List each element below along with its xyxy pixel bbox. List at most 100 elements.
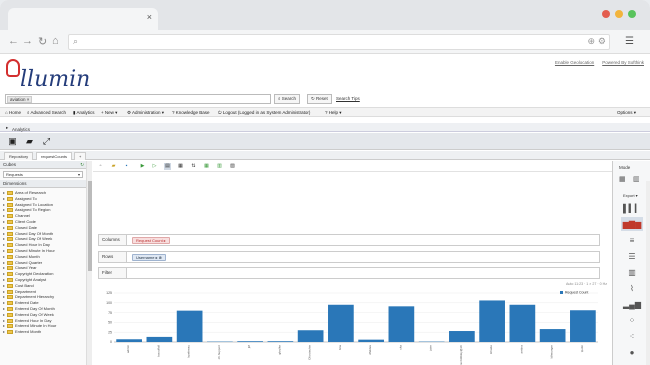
dot-chart-option-icon[interactable]: ⁖ — [621, 329, 643, 343]
chart-mode-icon[interactable]: ▥ — [633, 175, 640, 183]
save-icon[interactable]: ▪ — [123, 163, 130, 170]
run-icon[interactable]: ▶ — [139, 163, 146, 170]
search-icon: ⌕ — [73, 36, 79, 46]
auto-run-icon[interactable]: ▷ — [151, 163, 158, 170]
mode-panel-scrollbar[interactable] — [646, 181, 650, 365]
export-xls-icon[interactable]: ▦ — [203, 163, 210, 170]
open-icon[interactable]: ▰ — [110, 163, 117, 170]
address-bar[interactable]: ⌕ ⊕ ⚙ — [68, 34, 610, 50]
workspace-toolbar: ▫ ▰ ▪ ▶ ▷ ▤ ▦ ⇅ ▦ ▥ ▧ — [93, 161, 612, 172]
tree-item-label: Closed Month — [15, 253, 40, 259]
columns-chip[interactable]: Request Count ▸ — [132, 237, 170, 244]
window-close-button[interactable] — [602, 10, 610, 18]
pie-chart-option-icon[interactable]: ● — [621, 345, 643, 359]
enable-geolocation-link[interactable]: Enable Geolocation — [555, 60, 594, 65]
table-mode-icon[interactable]: ▦ — [619, 175, 626, 183]
tree-item-label: Entered Day Of Month — [15, 305, 55, 311]
menu-help[interactable]: ? Help ▾ — [325, 110, 342, 116]
tree-item-label: Closed Day Of Month — [15, 230, 54, 236]
x-tick-label: cka — [398, 345, 402, 350]
horizontal-bar-option-icon[interactable]: ≡ — [621, 233, 643, 247]
folder-icon — [7, 231, 13, 236]
menu-analytics[interactable]: ▮ Analytics — [73, 110, 95, 116]
scatter-option-icon[interactable]: ⁘ — [621, 313, 643, 327]
stacked-horizontal-option-icon[interactable]: ☰ — [621, 249, 643, 263]
home-icon[interactable]: ⌂ — [52, 35, 59, 47]
menu-home[interactable]: ⌂ Home — [5, 110, 21, 115]
tree-item-label: Cost Band — [15, 282, 34, 288]
folder-icon — [7, 219, 13, 224]
cube-select[interactable]: Requests ▾ — [3, 171, 83, 178]
menu-administration[interactable]: ⚙ Administration ▾ — [127, 110, 164, 116]
cube-select-value: Requests — [6, 172, 23, 177]
close-tab-icon[interactable]: × — [147, 12, 152, 22]
dimension-tree: ▸ Area of Research ▸ Assigned To ▸ Assigned T… — [3, 190, 87, 335]
tree-scrollbar-thumb[interactable] — [88, 181, 92, 271]
menu-icon[interactable]: ☰ — [625, 36, 634, 47]
window-maximize-button[interactable] — [628, 10, 636, 18]
browser-titlebar: × — [0, 0, 650, 30]
toggle-fields-icon[interactable]: ▤ — [164, 163, 171, 170]
query-tabs: Repository requestCounts + — [0, 151, 650, 160]
folder-icon — [7, 208, 13, 213]
percent-bar-option-icon[interactable]: ▥ — [621, 265, 643, 279]
export-csv-icon[interactable]: ▥ — [216, 163, 223, 170]
tab-repository[interactable]: Repository — [4, 152, 34, 160]
search-tips-link[interactable]: Search Tips — [336, 96, 360, 101]
columns-drop-zone[interactable]: Columns Request Count ▸ — [98, 234, 600, 246]
menu-options[interactable]: Options ▾ — [617, 110, 636, 116]
refresh-icon[interactable]: ↻ — [80, 161, 84, 169]
zoom-icon[interactable]: ⊕ — [587, 36, 595, 47]
menu-logout[interactable]: ⏻ Logout (Logged in as System Administra… — [218, 110, 310, 115]
mdx-icon[interactable]: ▧ — [229, 163, 236, 170]
bar-chart-option-icon[interactable]: ▌▍▎ — [621, 201, 643, 215]
search-input[interactable]: aviation × — [5, 94, 271, 104]
search-tag[interactable]: aviation × — [7, 96, 33, 103]
tab-add[interactable]: + — [74, 152, 87, 160]
back-icon[interactable]: ← — [8, 35, 19, 47]
new-icon[interactable]: ▫ — [97, 163, 104, 170]
expand-icon[interactable]: ⤢ — [41, 136, 52, 147]
tree-item-label: Entered Minute In Hour — [15, 323, 57, 329]
export-dropdown[interactable]: Export ▾ — [623, 193, 638, 198]
rows-chip[interactable]: Username ▸ ⊗ — [132, 254, 167, 261]
folder-icon — [7, 272, 13, 277]
browser-tab[interactable]: × — [8, 8, 158, 30]
folder-icon — [7, 196, 13, 201]
stacked-bar-option-icon[interactable]: ▆▇▆ — [621, 217, 643, 231]
filter-drop-zone[interactable]: Filter — [98, 267, 600, 279]
tree-item-label: Copyright Analyst — [15, 276, 47, 282]
area-chart-option-icon[interactable]: ▂▄▆ — [621, 297, 643, 311]
tree-scrollbar[interactable] — [86, 161, 92, 365]
forward-icon[interactable]: → — [22, 35, 33, 47]
reload-icon[interactable]: ↻ — [38, 35, 47, 48]
tree-item[interactable]: ▸ Entered Month — [3, 329, 87, 335]
tree-item-label: Channel — [15, 213, 30, 219]
menu-knowledge-base[interactable]: ? Knowledge Base — [172, 110, 210, 115]
folder-icon — [7, 266, 13, 271]
non-empty-icon[interactable]: ▦ — [177, 163, 184, 170]
new-query-icon[interactable]: ▣ — [7, 136, 18, 147]
window-minimize-button[interactable] — [615, 10, 623, 18]
settings-icon[interactable]: ⚙ — [598, 36, 606, 47]
menu-new[interactable]: + New ▾ — [101, 110, 117, 116]
bar — [388, 306, 415, 342]
columns-label: Columns — [99, 235, 127, 245]
line-chart-option-icon[interactable]: ⌇ — [621, 281, 643, 295]
reset-button[interactable]: ↻ Reset — [307, 94, 332, 104]
powered-by-link[interactable]: Powered By Softhink — [602, 60, 644, 65]
folder-icon — [7, 306, 13, 311]
search-button[interactable]: ⌕ Search — [274, 94, 301, 104]
cubes-header: Cubes ↻ — [0, 161, 86, 169]
rows-drop-zone[interactable]: Rows Username ▸ ⊗ — [98, 251, 600, 263]
menu-advanced-search[interactable]: ⌕ Advanced Search — [27, 110, 66, 115]
window-controls — [602, 10, 636, 18]
x-tick-label: dfeldes — [368, 345, 372, 355]
tab-request-counts[interactable]: requestCounts — [36, 152, 73, 160]
expand-icon[interactable]: ▸ — [3, 329, 5, 335]
breadcrumb-analytics[interactable]: ▸ Analytics — [6, 125, 30, 132]
open-folder-icon[interactable]: ▰ — [24, 136, 35, 147]
tree-item-label: Copyright Declaration — [15, 271, 54, 277]
swap-axes-icon[interactable]: ⇅ — [190, 163, 197, 170]
bar — [539, 329, 566, 342]
